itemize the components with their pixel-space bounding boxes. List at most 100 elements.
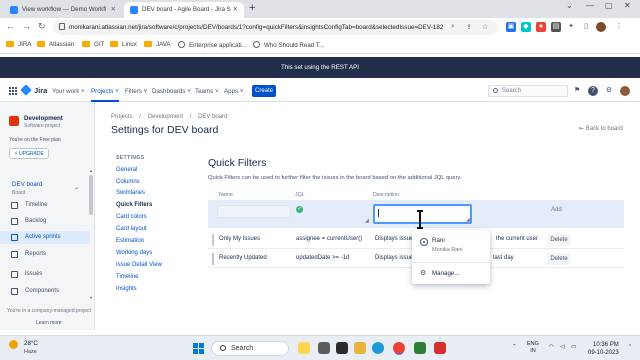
filter-name[interactable]: Only My Issues bbox=[219, 236, 260, 242]
bookmark-star-icon[interactable]: ☆ bbox=[482, 23, 488, 31]
speaker-icon[interactable]: ◁ bbox=[560, 344, 564, 351]
tab-search-icon[interactable]: ⌄ bbox=[566, 1, 573, 10]
settings-nav-card-layout[interactable]: Card layout bbox=[116, 226, 147, 232]
back-to-board-link[interactable]: ⇤ Back to board bbox=[579, 125, 623, 132]
scroll-down-arrow-icon[interactable]: ▼ bbox=[89, 295, 93, 300]
settings-nav-general[interactable]: General bbox=[116, 167, 137, 173]
bookmark-git[interactable]: GIT bbox=[82, 41, 104, 48]
weather-temperature[interactable]: 28°C bbox=[24, 340, 38, 347]
settings-nav-working-days[interactable]: Working days bbox=[116, 250, 152, 256]
chrome-browser-icon[interactable] bbox=[393, 342, 405, 354]
sidebar-item-backlog[interactable]: Backlog bbox=[0, 215, 90, 228]
forward-arrow-icon[interactable]: → bbox=[22, 21, 31, 31]
delete-filter-button[interactable]: Delete bbox=[547, 253, 571, 265]
user-avatar[interactable] bbox=[620, 86, 630, 96]
bookmark-enterprise[interactable]: Enterprise applicati... bbox=[178, 41, 247, 49]
filter-description[interactable]: Displays issues bbox=[375, 255, 416, 261]
battery-icon[interactable]: ▭ bbox=[571, 344, 576, 351]
settings-nav-insights[interactable]: Insights bbox=[116, 286, 137, 292]
manage-option[interactable]: Manage... bbox=[432, 270, 460, 277]
lock-icon[interactable] bbox=[59, 23, 65, 30]
filter-name[interactable]: Recently Updated bbox=[219, 255, 267, 261]
nav-apps[interactable]: Apps ˅ bbox=[224, 88, 243, 95]
weather-condition[interactable]: Haze bbox=[24, 349, 37, 355]
share-icon[interactable]: ⇪ bbox=[466, 23, 472, 31]
taskbar-app-icon[interactable] bbox=[336, 342, 348, 354]
edge-browser-icon[interactable] bbox=[372, 342, 384, 354]
new-tab-button[interactable]: + bbox=[249, 2, 255, 14]
drag-handle[interactable] bbox=[212, 234, 214, 246]
notification-bell-icon[interactable]: ◔ bbox=[628, 343, 631, 350]
folder-app-icon[interactable] bbox=[354, 342, 366, 354]
reload-icon[interactable]: ↻ bbox=[38, 21, 46, 32]
delete-filter-button[interactable]: Delete bbox=[547, 234, 571, 246]
sidebar-item-timeline[interactable]: Timeline bbox=[0, 199, 90, 212]
help-icon[interactable]: ? bbox=[588, 86, 598, 96]
app-switcher-icon[interactable] bbox=[9, 87, 17, 95]
breadcrumb-projects[interactable]: Projects bbox=[111, 114, 133, 120]
file-explorer-icon[interactable] bbox=[298, 342, 310, 354]
taskbar-app-icon[interactable] bbox=[414, 342, 426, 354]
new-filter-jql-input[interactable] bbox=[294, 205, 370, 225]
bookmark-atlassian[interactable]: Atlassian bbox=[37, 41, 74, 48]
sidebar-scrollbar[interactable] bbox=[89, 175, 93, 215]
drag-handle[interactable] bbox=[212, 253, 214, 265]
filter-description-end[interactable]: last day bbox=[493, 255, 514, 261]
bookmark-jira[interactable]: JIRA bbox=[6, 41, 31, 48]
extensions-puzzle-icon[interactable]: ✦ bbox=[566, 22, 576, 32]
browser-tab-view-workflow[interactable]: View workflow — Demo Workfl ✕ bbox=[4, 2, 122, 18]
jira-logo[interactable]: Jira bbox=[20, 84, 47, 96]
weather-haze-icon[interactable] bbox=[9, 340, 18, 349]
filter-jql[interactable]: updatedDate >= -1d bbox=[296, 255, 349, 261]
extension-icon[interactable]: ◆ bbox=[521, 22, 531, 32]
browser-tab-dev-board[interactable]: DEV board - Agile Board - Jira S ✕ bbox=[124, 2, 244, 18]
settings-nav-timeline[interactable]: Timeline bbox=[116, 274, 138, 280]
bookmark-java[interactable]: JAVA bbox=[144, 41, 171, 48]
bookmark-who-should-read[interactable]: Who Should Read T... bbox=[253, 41, 324, 49]
sidebar-item-reports[interactable]: Reports bbox=[0, 248, 90, 261]
taskbar-app-icon[interactable] bbox=[434, 342, 446, 354]
task-view-icon[interactable] bbox=[318, 342, 330, 354]
extension-icon[interactable]: ▣ bbox=[506, 22, 516, 32]
mention-option-name[interactable]: Rani bbox=[432, 237, 445, 244]
side-panel-icon[interactable]: ▯ bbox=[581, 22, 591, 32]
nav-your-work[interactable]: Your work ˅ bbox=[52, 88, 85, 95]
windows-start-icon[interactable] bbox=[193, 343, 204, 354]
sidebar-item-issues[interactable]: Issues bbox=[0, 268, 90, 281]
extension-icon[interactable]: ▤ bbox=[551, 22, 561, 32]
breadcrumb-development[interactable]: Development bbox=[148, 114, 183, 120]
add-filter-button[interactable]: Add bbox=[551, 207, 562, 213]
chevron-down-icon[interactable]: ⌄ bbox=[74, 184, 79, 191]
settings-nav-issue-detail-view[interactable]: Issue Detail View bbox=[116, 262, 162, 268]
system-clock[interactable]: 10:36 PM 09-10-2023 bbox=[588, 341, 619, 357]
minimize-icon[interactable]: — bbox=[586, 1, 594, 10]
notifications-icon[interactable]: ⚑ bbox=[572, 86, 582, 96]
settings-nav-swimlanes[interactable]: Swimlanes bbox=[116, 190, 145, 196]
sidebar-item-active-sprints[interactable]: Active sprints bbox=[0, 231, 90, 244]
learn-more-link[interactable]: Learn more bbox=[36, 320, 62, 326]
settings-gear-icon[interactable]: ⚙ bbox=[604, 86, 614, 96]
mention-option-full-name[interactable]: Monika Rani bbox=[432, 247, 463, 253]
upgrade-button[interactable]: ⚡ UPGRADE bbox=[9, 148, 49, 159]
maximize-icon[interactable]: ▢ bbox=[605, 1, 613, 10]
filter-jql[interactable]: assignee = currentUser() bbox=[296, 236, 362, 242]
settings-nav-estimation[interactable]: Estimation bbox=[116, 238, 144, 244]
browser-menu-icon[interactable]: ⋮ bbox=[614, 22, 624, 32]
google-lens-icon[interactable]: ⌕ bbox=[451, 23, 455, 31]
board-selector[interactable]: DEV board bbox=[12, 181, 42, 188]
sidebar-item-components[interactable]: Components bbox=[0, 285, 90, 298]
filter-description-end[interactable]: the current user bbox=[496, 236, 538, 242]
bookmark-linux[interactable]: Linux bbox=[110, 41, 137, 48]
taskbar-search-input[interactable]: Search bbox=[211, 341, 289, 356]
project-name[interactable]: Development bbox=[24, 115, 63, 122]
close-window-icon[interactable]: ✕ bbox=[624, 1, 631, 10]
language-indicator[interactable]: ENG IN bbox=[527, 341, 539, 355]
nav-dashboards[interactable]: Dashboards ˅ bbox=[152, 88, 191, 95]
address-bar[interactable]: monikarani.atlassian.net/jira/software/c… bbox=[53, 20, 498, 35]
settings-nav-columns[interactable]: Columns bbox=[116, 179, 140, 185]
jira-search-input[interactable]: Search bbox=[488, 85, 568, 97]
breadcrumb-dev-board[interactable]: DEV board bbox=[198, 114, 227, 120]
nav-filters[interactable]: Filters ˅ bbox=[125, 88, 147, 95]
new-filter-name-input[interactable] bbox=[217, 205, 291, 218]
resize-grip-icon[interactable]: ◢ bbox=[466, 217, 470, 223]
